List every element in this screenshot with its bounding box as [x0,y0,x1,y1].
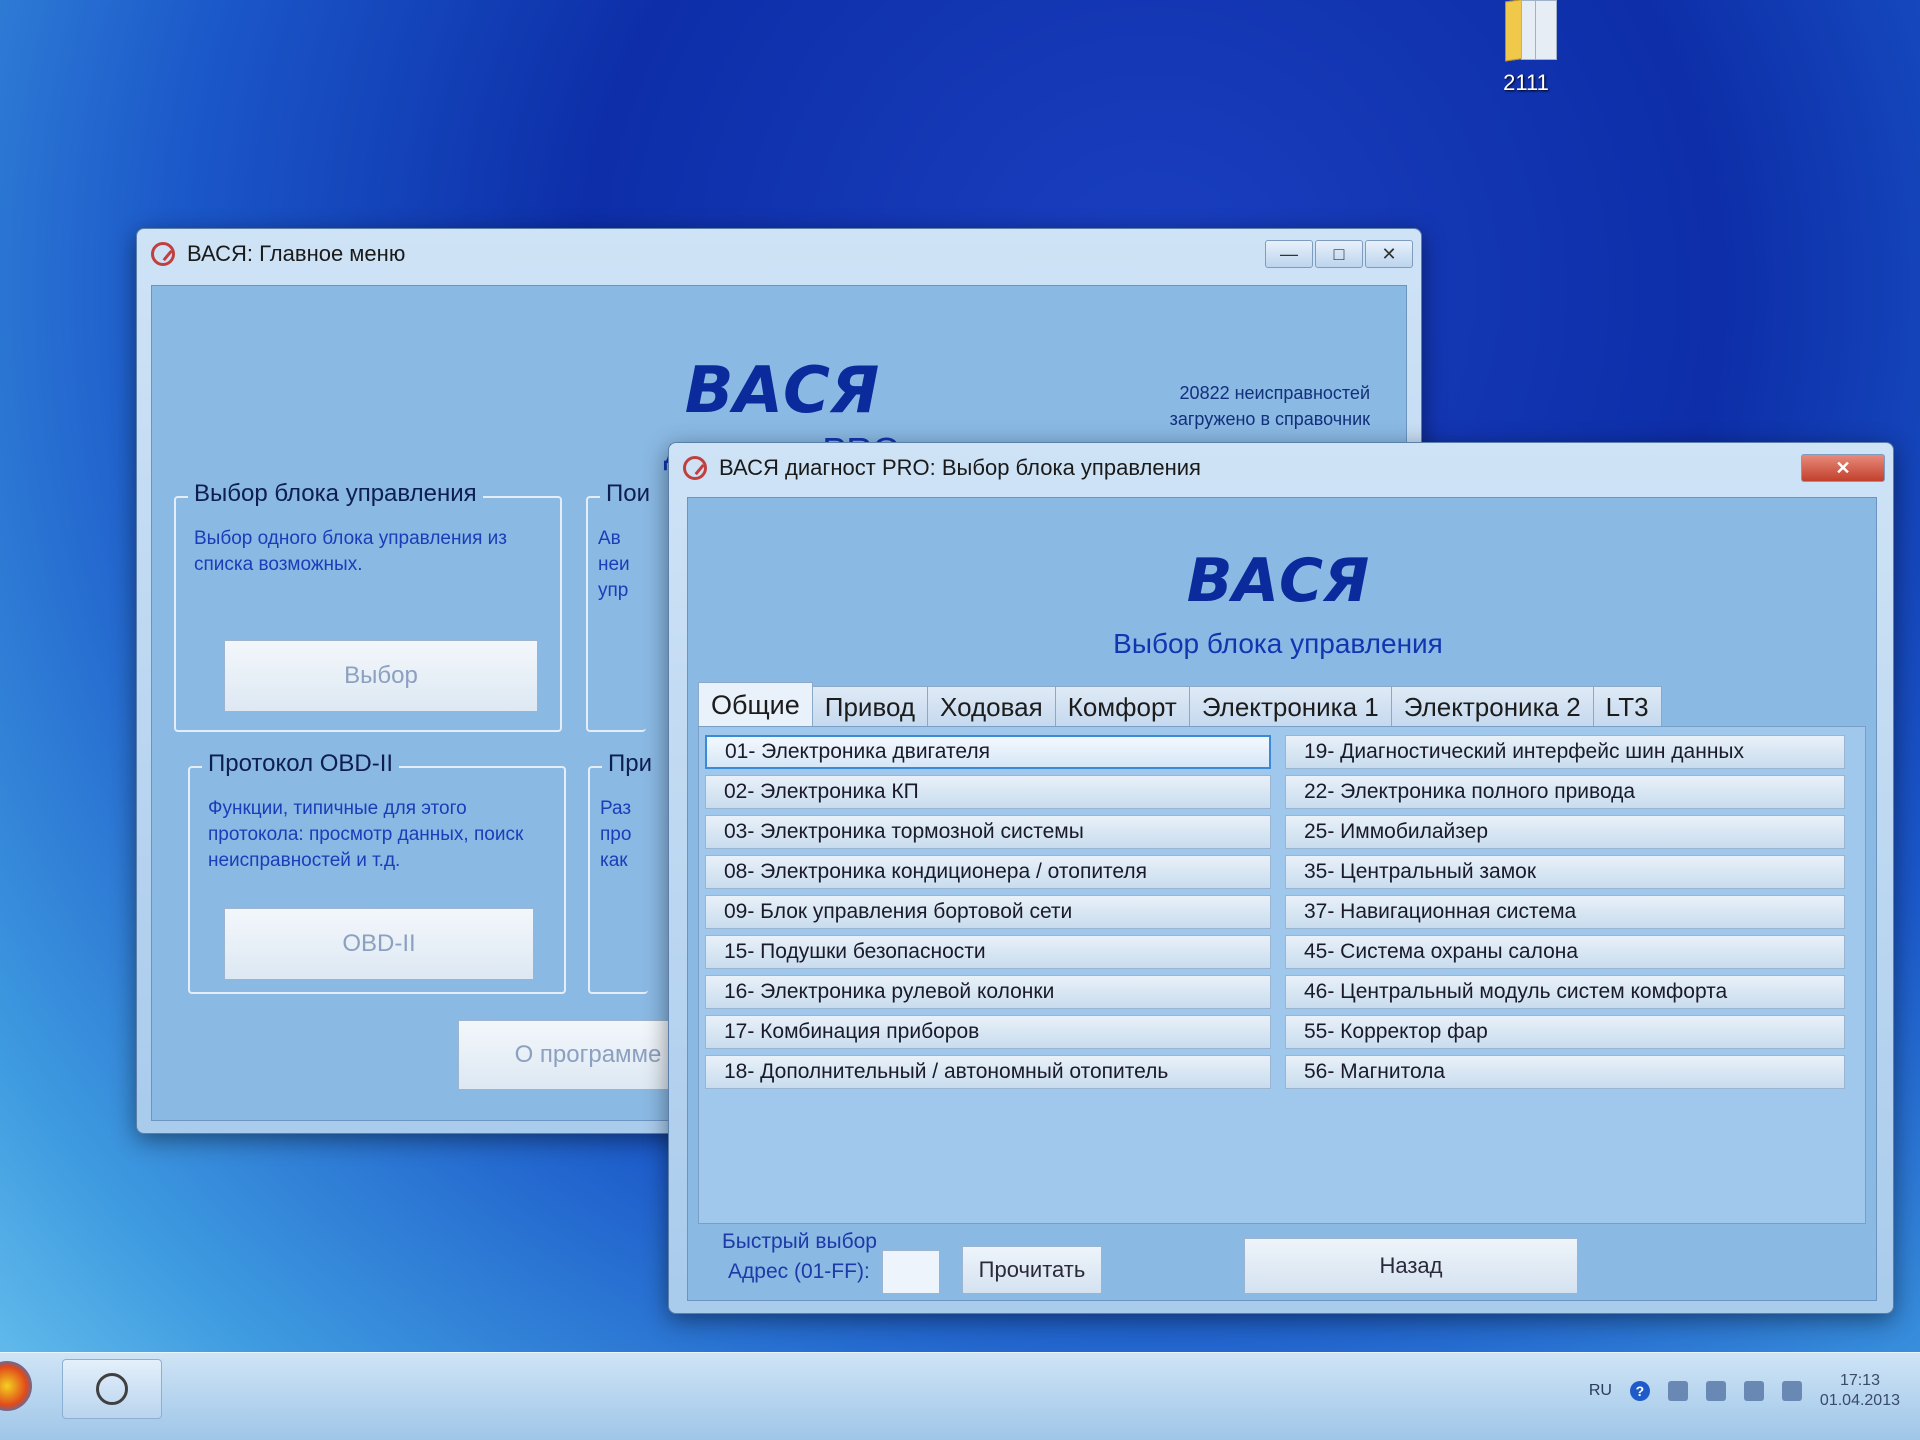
desktop-folder-icon[interactable]: 2111 [1488,0,1564,96]
category-tabs: Общие Привод Ходовая Комфорт Электроника… [698,682,1662,728]
help-icon[interactable]: ? [1629,1381,1650,1401]
desktop-icon-label: 2111 [1503,70,1549,95]
tab-lt3[interactable]: LT3 [1592,686,1662,728]
group-search-desc: Ав неи упр [598,526,634,604]
network-icon[interactable] [1705,1381,1726,1401]
dialog-close-button[interactable]: ✕ [1801,454,1885,482]
main-window-titlebar[interactable]: ВАСЯ: Главное меню — □ ✕ [137,229,1421,279]
faults-counter: 20822 неисправностей загружено в справоч… [1170,380,1370,432]
clock-date: 01.04.2013 [1819,1392,1900,1409]
unit-item-15[interactable]: 15- Подушки безопасности [705,935,1271,969]
unit-item-22[interactable]: 22- Электроника полного привода [1285,775,1845,809]
group-other-desc-line: как [600,850,628,871]
group-search-desc-line: неи [598,554,630,575]
app-logo-icon [151,242,175,266]
dialog-brand-logo: ВАСЯ [1186,546,1370,616]
group-search-legend: Пои [600,480,657,508]
unit-item-18[interactable]: 18- Дополнительный / автономный отопител… [705,1055,1271,1089]
system-tray: RU ? 17:13 01.04.2013 [1589,1371,1900,1411]
tab-panel-general: 01- Электроника двигателя 02- Электроник… [698,726,1866,1224]
minimize-button[interactable]: — [1265,240,1313,268]
faults-count-text: 20822 неисправностей [1179,383,1370,403]
group-other-legend: При [602,750,659,778]
group-obd-legend: Протокол OBD-II [202,750,400,778]
tab-general[interactable]: Общие [698,682,813,728]
group-select-unit: Выбор блока управления Выбор одного блок… [174,480,562,732]
group-search: Пои Ав неи упр [586,480,657,732]
volume-icon[interactable] [1781,1381,1802,1401]
obd-button[interactable]: OBD-II [224,908,534,980]
unit-item-01[interactable]: 01- Электроника двигателя [705,735,1271,769]
main-window-title: ВАСЯ: Главное меню [187,241,406,266]
taskbar-app-button[interactable] [62,1359,162,1419]
unit-item-02[interactable]: 02- Электроника КП [705,775,1271,809]
group-select-legend: Выбор блока управления [188,480,483,508]
unit-list-right: 19- Диагностический интерфейс шин данных… [1285,735,1845,1089]
select-button[interactable]: Выбор [224,640,538,712]
unit-item-09[interactable]: 09- Блок управления бортовой сети [705,895,1271,929]
quick-select-title: Быстрый выбор [722,1230,877,1253]
select-unit-dialog: ВАСЯ диагност PRO: Выбор блока управлени… [668,442,1894,1314]
unit-item-25[interactable]: 25- Иммобилайзер [1285,815,1845,849]
group-search-desc-line: упр [598,580,629,601]
taskbar: RU ? 17:13 01.04.2013 [0,1352,1920,1440]
tab-chassis[interactable]: Ходовая [927,686,1056,728]
brand-logo: ВАСЯ [684,354,880,428]
tab-comfort[interactable]: Комфорт [1054,686,1190,728]
maximize-button[interactable]: □ [1315,240,1363,268]
unit-list-left: 01- Электроника двигателя 02- Электроник… [705,735,1271,1089]
unit-item-16[interactable]: 16- Электроника рулевой колонки [705,975,1271,1009]
unit-item-03[interactable]: 03- Электроника тормозной системы [705,815,1271,849]
unit-item-55[interactable]: 55- Корректор фар [1285,1015,1845,1049]
unit-item-08[interactable]: 08- Электроника кондиционера / отопителя [705,855,1271,889]
signal-icon[interactable] [1743,1381,1764,1401]
back-button[interactable]: Назад [1244,1238,1578,1294]
address-label: Адрес (01-FF): [728,1260,870,1283]
tab-electronics-1[interactable]: Электроника 1 [1188,686,1392,728]
faults-loaded-text: загружено в справочник [1169,409,1370,429]
unit-item-37[interactable]: 37- Навигационная система [1285,895,1845,929]
group-other: При Раз про как [588,750,659,994]
unit-item-35[interactable]: 35- Центральный замок [1285,855,1845,889]
unit-item-45[interactable]: 45- Система охраны салона [1285,935,1845,969]
tab-electronics-2[interactable]: Электроника 2 [1390,686,1594,728]
unit-item-19[interactable]: 19- Диагностический интерфейс шин данных [1285,735,1845,769]
app-logo-icon [96,1373,128,1405]
start-button[interactable] [0,1361,32,1411]
address-input[interactable] [882,1250,940,1294]
group-other-desc-line: про [600,824,632,845]
dialog-subtitle: Выбор блока управления [1113,628,1443,659]
group-select-desc: Выбор одного блока управления из списка … [194,528,507,575]
dialog-client: ВАСЯ Выбор блока управления Общие Привод… [687,497,1877,1301]
flag-icon[interactable] [1667,1381,1688,1401]
dialog-titlebar[interactable]: ВАСЯ диагност PRO: Выбор блока управлени… [669,443,1893,493]
group-other-desc: Раз про как [600,796,636,874]
group-search-desc-line: Ав [598,528,621,549]
quick-select-group: Быстрый выбор Адрес (01-FF): Прочитать [722,1230,1172,1294]
clock[interactable]: 17:13 01.04.2013 [1820,1371,1900,1411]
clock-time: 17:13 [1839,1372,1880,1389]
tab-drive[interactable]: Привод [811,686,929,728]
close-button[interactable]: ✕ [1365,240,1413,268]
dialog-title: ВАСЯ диагност PRO: Выбор блока управлени… [719,455,1201,480]
language-indicator[interactable]: RU [1589,1382,1612,1400]
unit-item-56[interactable]: 56- Магнитола [1285,1055,1845,1089]
group-obd-desc: Функции, типичные для этого протокола: п… [208,798,524,871]
group-other-desc-line: Раз [600,798,632,819]
group-obd: Протокол OBD-II Функции, типичные для эт… [188,750,566,994]
read-button[interactable]: Прочитать [962,1246,1102,1294]
app-logo-icon [683,456,707,480]
folder-icon [1497,0,1557,66]
unit-item-46[interactable]: 46- Центральный модуль систем комфорта [1285,975,1845,1009]
unit-item-17[interactable]: 17- Комбинация приборов [705,1015,1271,1049]
